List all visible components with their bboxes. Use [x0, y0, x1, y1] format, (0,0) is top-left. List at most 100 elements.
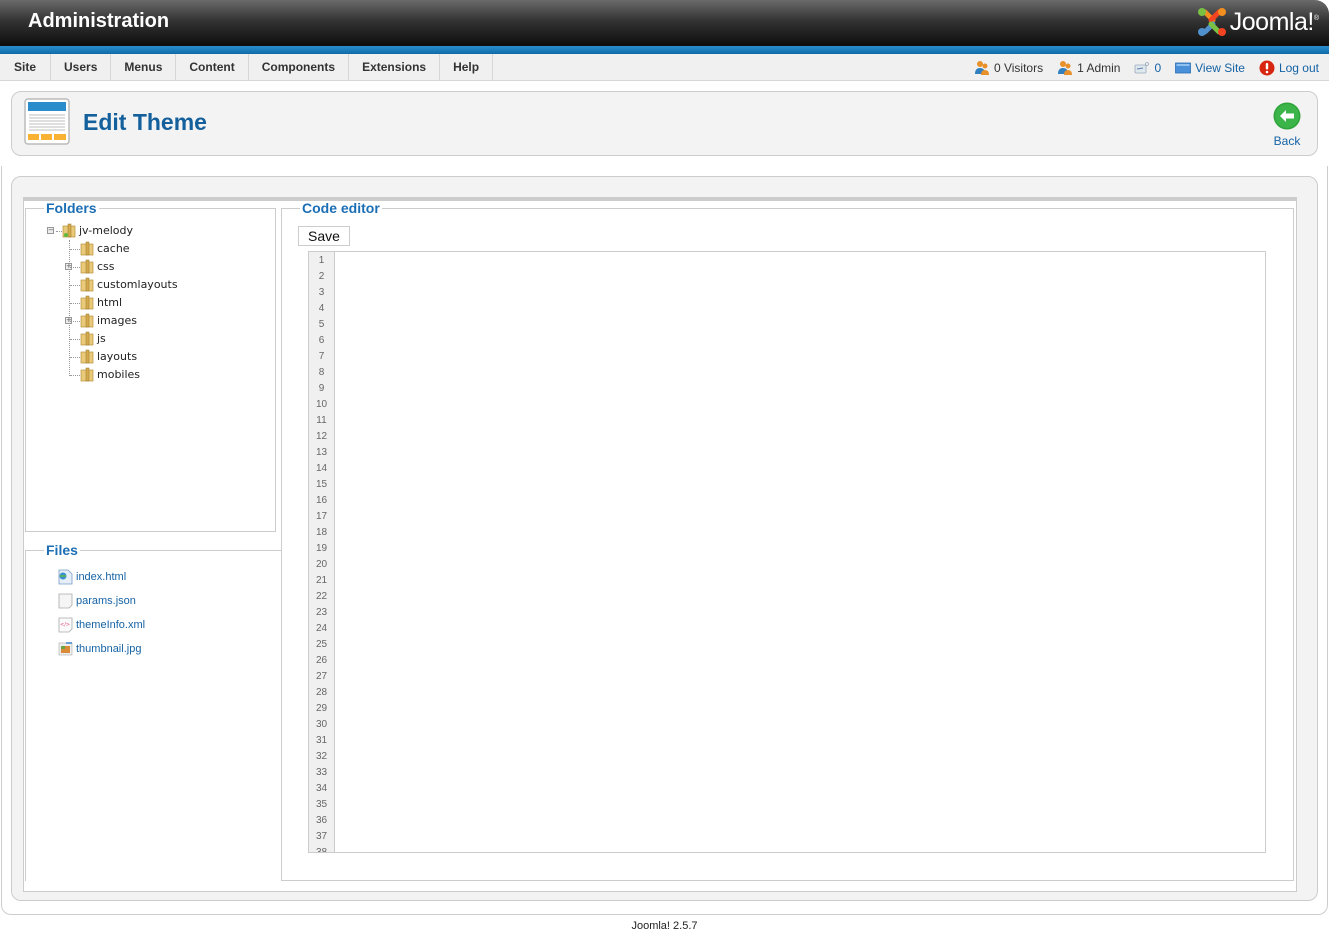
menu-users[interactable]: Users [51, 54, 112, 81]
line-number: 2 [318, 271, 325, 282]
tree-folder-customlayouts[interactable]: customlayouts [45, 276, 178, 294]
tree-folder-layouts[interactable]: layouts [45, 348, 178, 366]
tree-folder-html[interactable]: html [45, 294, 178, 312]
file-list: index.html params.json </> themeInfo.xml… [58, 565, 145, 661]
line-number: 27 [315, 671, 328, 682]
folder-name: customlayouts [97, 278, 178, 291]
admins-count: 1 Admin [1077, 60, 1121, 75]
line-number: 33 [315, 767, 328, 778]
line-number: 24 [315, 623, 328, 634]
save-button[interactable]: Save [298, 226, 350, 246]
logout-icon [1259, 60, 1275, 75]
tree-connector [70, 357, 80, 358]
html-file-icon [58, 569, 73, 585]
folder-icon [80, 295, 94, 310]
line-number: 4 [318, 303, 325, 314]
line-number: 30 [315, 719, 328, 730]
menu-bar: Site Users Menus Content Components Exte… [0, 54, 1329, 81]
menu-site[interactable]: Site [0, 54, 52, 81]
tree-connector [70, 321, 80, 322]
line-number: 18 [315, 527, 328, 538]
line-number: 25 [315, 639, 328, 650]
menu-help[interactable]: Help [440, 54, 494, 81]
line-number: 12 [315, 431, 328, 442]
visitors-count: 0 Visitors [993, 60, 1044, 75]
folder-icon [80, 241, 94, 256]
line-number: 5 [318, 319, 325, 330]
line-number: 16 [315, 495, 328, 506]
folder-name: jv-melody [79, 224, 134, 237]
folder-tree: − jv-melody cache + css customlayouts html + i… [45, 222, 178, 384]
tree-connector [70, 303, 80, 304]
line-number: 28 [315, 687, 328, 698]
line-number: 10 [315, 399, 328, 410]
status-bar: 0 Visitors 1 Admin 0 View Site Log out [960, 54, 1319, 81]
tree-folder-cache[interactable]: cache [45, 240, 178, 258]
toolbar: Edit Theme Back [11, 91, 1318, 156]
file-item[interactable]: index.html [58, 565, 145, 589]
tree-folder-root[interactable]: − jv-melody [45, 222, 178, 240]
line-number: 34 [315, 783, 328, 794]
line-number: 17 [315, 511, 328, 522]
folder-name: js [97, 332, 106, 345]
logout-link[interactable]: Log out [1259, 60, 1319, 76]
file-item[interactable]: thumbnail.jpg [58, 637, 145, 661]
back-arrow-icon [1273, 102, 1301, 130]
folder-icon [80, 313, 94, 328]
visitors-status: 0 Visitors [974, 60, 1043, 76]
file-item[interactable]: params.json [58, 589, 145, 613]
tree-folder-js[interactable]: js [45, 330, 178, 348]
code-text-area[interactable] [336, 252, 1265, 852]
line-number: 36 [315, 815, 328, 826]
line-number: 35 [315, 799, 328, 810]
trademark-mark: ® [1313, 14, 1319, 22]
folder-name: cache [97, 242, 130, 255]
menu-menus[interactable]: Menus [111, 54, 177, 81]
line-number-gutter: 1 2 3 4 5 6 7 8 9 10 11 12 13 14 15 16 17 18 19 20 21 22 23 24 2… [309, 252, 335, 852]
folders-legend: Folders [46, 200, 97, 216]
page-title: Edit Theme [83, 109, 207, 135]
file-name: index.html [76, 571, 127, 583]
menu-content[interactable]: Content [176, 54, 249, 81]
theme-page-icon [24, 98, 70, 145]
view-site-icon [1175, 62, 1192, 73]
logout-label: Log out [1278, 60, 1319, 75]
code-editor[interactable]: 1 2 3 4 5 6 7 8 9 10 11 12 13 14 15 16 17 18 19 20 21 22 23 24 2… [308, 251, 1266, 853]
line-number: 32 [315, 751, 328, 762]
line-number: 1 [318, 255, 325, 266]
footer-version: Joomla! 2.5.7 [631, 920, 698, 932]
back-button[interactable]: Back [1267, 102, 1307, 148]
menu-extensions[interactable]: Extensions [349, 54, 441, 81]
messages-status[interactable]: 0 [1134, 61, 1161, 75]
line-number: 9 [318, 383, 325, 394]
admins-status: 1 Admin [1057, 60, 1120, 76]
back-label: Back [1273, 134, 1301, 148]
admin-users-icon [1058, 60, 1073, 75]
image-file-icon [58, 642, 73, 656]
line-number: 8 [318, 367, 325, 378]
folder-icon [80, 331, 94, 346]
folder-name: mobiles [97, 368, 141, 381]
view-site-link[interactable]: View Site [1175, 61, 1245, 75]
folder-icon [80, 349, 94, 364]
folder-name: layouts [97, 350, 138, 363]
folder-name: html [97, 296, 123, 309]
tree-folder-css[interactable]: + css [45, 258, 178, 276]
tree-folder-images[interactable]: + images [45, 312, 178, 330]
folder-icon [80, 277, 94, 292]
line-number: 31 [315, 735, 328, 746]
tree-folder-mobiles[interactable]: mobiles [45, 366, 178, 384]
line-number: 22 [315, 591, 328, 602]
files-legend: Files [46, 542, 78, 558]
collapse-icon[interactable]: − [47, 227, 54, 234]
menu-components[interactable]: Components [249, 54, 350, 81]
header-accent-bar [0, 46, 1329, 54]
folder-icon [80, 367, 94, 382]
line-number: 23 [315, 607, 328, 618]
line-number: 21 [315, 575, 328, 586]
blank-file-icon [58, 593, 73, 609]
line-number: 3 [318, 287, 325, 298]
file-name: themeInfo.xml [76, 619, 146, 631]
view-site-label: View Site [1195, 60, 1245, 75]
file-item[interactable]: </> themeInfo.xml [58, 613, 145, 637]
